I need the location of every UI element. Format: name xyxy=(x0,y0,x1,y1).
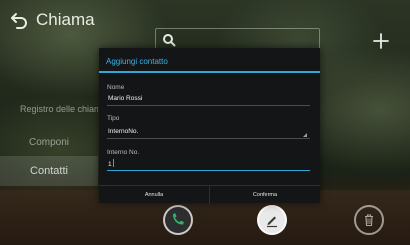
extension-value: 1 xyxy=(108,161,112,168)
plus-icon[interactable] xyxy=(372,32,390,50)
call-screen: Chiama Registro delle chiam Componi Cont… xyxy=(0,0,410,245)
call-button[interactable] xyxy=(163,205,193,235)
type-select[interactable]: InternoNo. xyxy=(108,128,138,135)
name-field-underline xyxy=(107,105,310,106)
dropdown-arrow-icon[interactable] xyxy=(303,133,307,137)
name-label: Nome xyxy=(107,84,125,91)
dialog-title-divider xyxy=(99,71,320,73)
back-arrow-icon[interactable] xyxy=(10,11,28,29)
sidebar-item-call-log[interactable]: Registro delle chiam xyxy=(0,104,98,118)
extension-field-underline xyxy=(107,170,310,171)
sidebar-item-dial[interactable]: Componi xyxy=(0,134,98,152)
extension-field[interactable]: 1 xyxy=(108,159,114,168)
phone-icon xyxy=(173,213,184,225)
dialog-title: Aggiungi contatto xyxy=(106,57,168,66)
name-field[interactable]: Mario Rossi xyxy=(108,95,142,102)
text-cursor xyxy=(112,159,114,167)
search-icon xyxy=(162,33,176,47)
trash-icon xyxy=(365,214,373,227)
delete-button[interactable] xyxy=(354,205,384,235)
confirm-button[interactable]: Conferma xyxy=(210,186,320,204)
page-title: Chiama xyxy=(36,10,95,29)
type-label: Tipo xyxy=(107,115,120,122)
edit-icon xyxy=(267,216,277,228)
edit-button[interactable] xyxy=(257,205,287,235)
add-contact-dialog: Aggiungi contatto Nome Mario Rossi Tipo … xyxy=(99,48,320,204)
type-select-underline xyxy=(107,138,310,139)
dialog-button-row: Annulla Conferma xyxy=(99,185,320,204)
cancel-button[interactable]: Annulla xyxy=(99,186,209,204)
sidebar-item-contacts[interactable]: Contatti xyxy=(0,156,98,186)
extension-label: Interno No. xyxy=(107,149,140,156)
